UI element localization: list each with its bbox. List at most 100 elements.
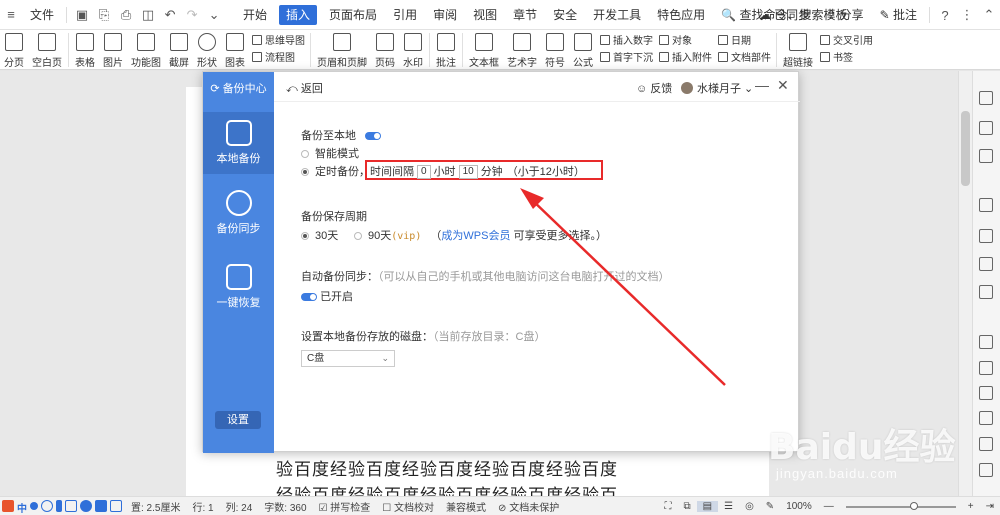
zoom-slider-knob[interactable]	[909, 501, 918, 510]
zoom-out-icon[interactable]: —	[818, 501, 840, 512]
read-mode-icon[interactable]: ⧉	[678, 501, 697, 512]
chat-icon[interactable]	[979, 437, 993, 451]
doc-proof[interactable]: ☐ 文档校对	[376, 499, 440, 514]
ribbon-table[interactable]: 表格	[71, 30, 99, 69]
tab-chapter[interactable]: 章节	[505, 0, 545, 30]
tab-security[interactable]: 安全	[545, 0, 585, 30]
hamburger-icon[interactable]: ≡	[0, 0, 22, 30]
fit-icon[interactable]: ⇥	[980, 501, 1000, 512]
eye-icon[interactable]	[979, 335, 993, 349]
disk-select[interactable]: C盘 ⌄	[301, 350, 395, 367]
word-icon[interactable]	[979, 361, 993, 375]
smart-mode-option[interactable]: 智能模式	[301, 145, 359, 161]
save-icon[interactable]: ▣	[71, 0, 93, 30]
sync-button[interactable]: ☁ 已同步	[751, 0, 818, 30]
grid-icon[interactable]	[110, 500, 122, 512]
shape-panel-icon[interactable]	[979, 121, 993, 135]
shirt-icon[interactable]	[95, 500, 107, 512]
crop-icon[interactable]	[979, 386, 993, 400]
style-icon[interactable]	[979, 149, 993, 163]
timed-backup-radio[interactable]	[301, 168, 309, 177]
drop-cap-button[interactable]: 首字下沉	[600, 49, 653, 64]
period-30-radio[interactable]	[301, 232, 309, 241]
ribbon-comment[interactable]: 批注	[432, 30, 460, 69]
help-icon[interactable]: ?	[934, 0, 956, 30]
ribbon-textbox[interactable]: 文本框	[465, 30, 503, 69]
period-90-option[interactable]: 90天(vip) （成为WPS会员 可享受更多选择。）	[354, 227, 607, 243]
tab-review[interactable]: 审阅	[425, 0, 465, 30]
tab-insert[interactable]: 插入	[279, 4, 318, 25]
flowchart-button[interactable]: 流程图	[252, 49, 305, 64]
spell-check[interactable]: ☑ 拼写检查	[313, 499, 377, 514]
attachment-button[interactable]: 插入附件	[659, 49, 712, 64]
ribbon-function-chart[interactable]: 功能图	[127, 30, 165, 69]
ribbon-symbol[interactable]: 符号	[541, 30, 569, 69]
word-count[interactable]: 字数: 360	[258, 499, 312, 514]
nav-backup-sync[interactable]: 备份同步	[203, 190, 274, 236]
tab-developer[interactable]: 开发工具	[585, 0, 649, 30]
emoji-icon[interactable]	[41, 500, 53, 512]
redo-icon[interactable]: ↷	[181, 0, 203, 30]
copy-icon[interactable]	[979, 229, 993, 243]
minimize-icon[interactable]: —	[755, 77, 769, 93]
backup-local-toggle[interactable]	[365, 132, 382, 141]
ribbon-hyperlink[interactable]: 超链接	[779, 30, 817, 69]
ribbon-chart[interactable]: 图表	[221, 30, 249, 69]
ribbon-picture[interactable]: 图片	[99, 30, 127, 69]
print-icon[interactable]: ⎙	[115, 0, 137, 30]
timed-backup-option[interactable]: 定时备份，时间间隔 0 小时 10 分钟 （小于12小时）	[301, 163, 585, 180]
scrollbar-thumb[interactable]	[961, 111, 970, 186]
period-90-radio[interactable]	[354, 232, 362, 241]
ribbon-formula[interactable]: 公式	[569, 30, 597, 69]
back-button[interactable]: ⤺ 返回	[286, 80, 323, 96]
zoom-level[interactable]: 100%	[780, 501, 818, 512]
smart-mode-radio[interactable]	[301, 150, 309, 159]
date-button[interactable]: 日期	[718, 32, 771, 47]
nav-one-click-restore[interactable]: 一键恢复	[203, 264, 274, 310]
feedback-button[interactable]: ☺ 反馈	[636, 80, 672, 96]
hours-input[interactable]: 0	[417, 165, 431, 180]
collapse-icon[interactable]: ⌃	[978, 0, 1000, 30]
minutes-input[interactable]: 10	[458, 165, 478, 180]
outline-view-icon[interactable]: ☰	[718, 501, 739, 512]
tab-reference[interactable]: 引用	[385, 0, 425, 30]
tab-layout[interactable]: 页面布局	[321, 0, 385, 30]
ribbon-watermark[interactable]: 水印	[399, 30, 427, 69]
comment-button[interactable]: ✎ 批注	[872, 0, 925, 30]
object-button[interactable]: 对象	[659, 32, 712, 47]
ribbon-page-break[interactable]: 分页	[0, 30, 28, 69]
close-icon[interactable]: ✕	[777, 77, 789, 94]
ribbon-page-number[interactable]: 页码	[371, 30, 399, 69]
tab-view[interactable]: 视图	[465, 0, 505, 30]
layout-panel-icon[interactable]	[979, 463, 993, 477]
more-icon[interactable]: ⌄	[203, 0, 225, 30]
ribbon-screenshot[interactable]: 截屏	[165, 30, 193, 69]
mic-icon[interactable]	[56, 500, 62, 512]
period-30-option[interactable]: 30天	[301, 227, 338, 243]
ribbon-blank-page[interactable]: 空白页	[28, 30, 66, 69]
preview-icon[interactable]: ◫	[137, 0, 159, 30]
export-icon[interactable]: ⎘	[93, 0, 115, 30]
settings-button[interactable]: 设置	[215, 411, 261, 429]
tab-features[interactable]: 特色应用	[649, 0, 713, 30]
sogou-icon[interactable]	[2, 500, 14, 512]
doc-protect[interactable]: ⊘ 文档未保护	[492, 499, 565, 514]
fullscreen-icon[interactable]: ⛶	[659, 501, 678, 512]
doc-parts-button[interactable]: 文档部件	[718, 49, 771, 64]
keyboard-icon[interactable]	[65, 500, 77, 512]
tab-home[interactable]: 开始	[235, 0, 275, 30]
undo-icon[interactable]: ↶	[159, 0, 181, 30]
cross-ref-button[interactable]: 交叉引用	[820, 32, 873, 47]
web-view-icon[interactable]: ◎	[739, 501, 760, 512]
write-mode-icon[interactable]: ✎	[760, 501, 780, 512]
select-icon[interactable]	[979, 91, 993, 105]
nav-local-backup[interactable]: 本地备份	[203, 112, 274, 174]
help-panel-icon[interactable]	[979, 411, 993, 425]
mindmap-button[interactable]: 思维导图	[252, 32, 305, 47]
punctuation-icon[interactable]	[30, 502, 38, 510]
bookmark-button[interactable]: 书签	[820, 49, 873, 64]
page-view-icon[interactable]: ▤	[696, 501, 719, 512]
format-icon[interactable]	[979, 198, 993, 212]
zoom-slider[interactable]	[845, 501, 956, 510]
user-menu[interactable]: 水様月子 ⌄	[681, 80, 753, 96]
